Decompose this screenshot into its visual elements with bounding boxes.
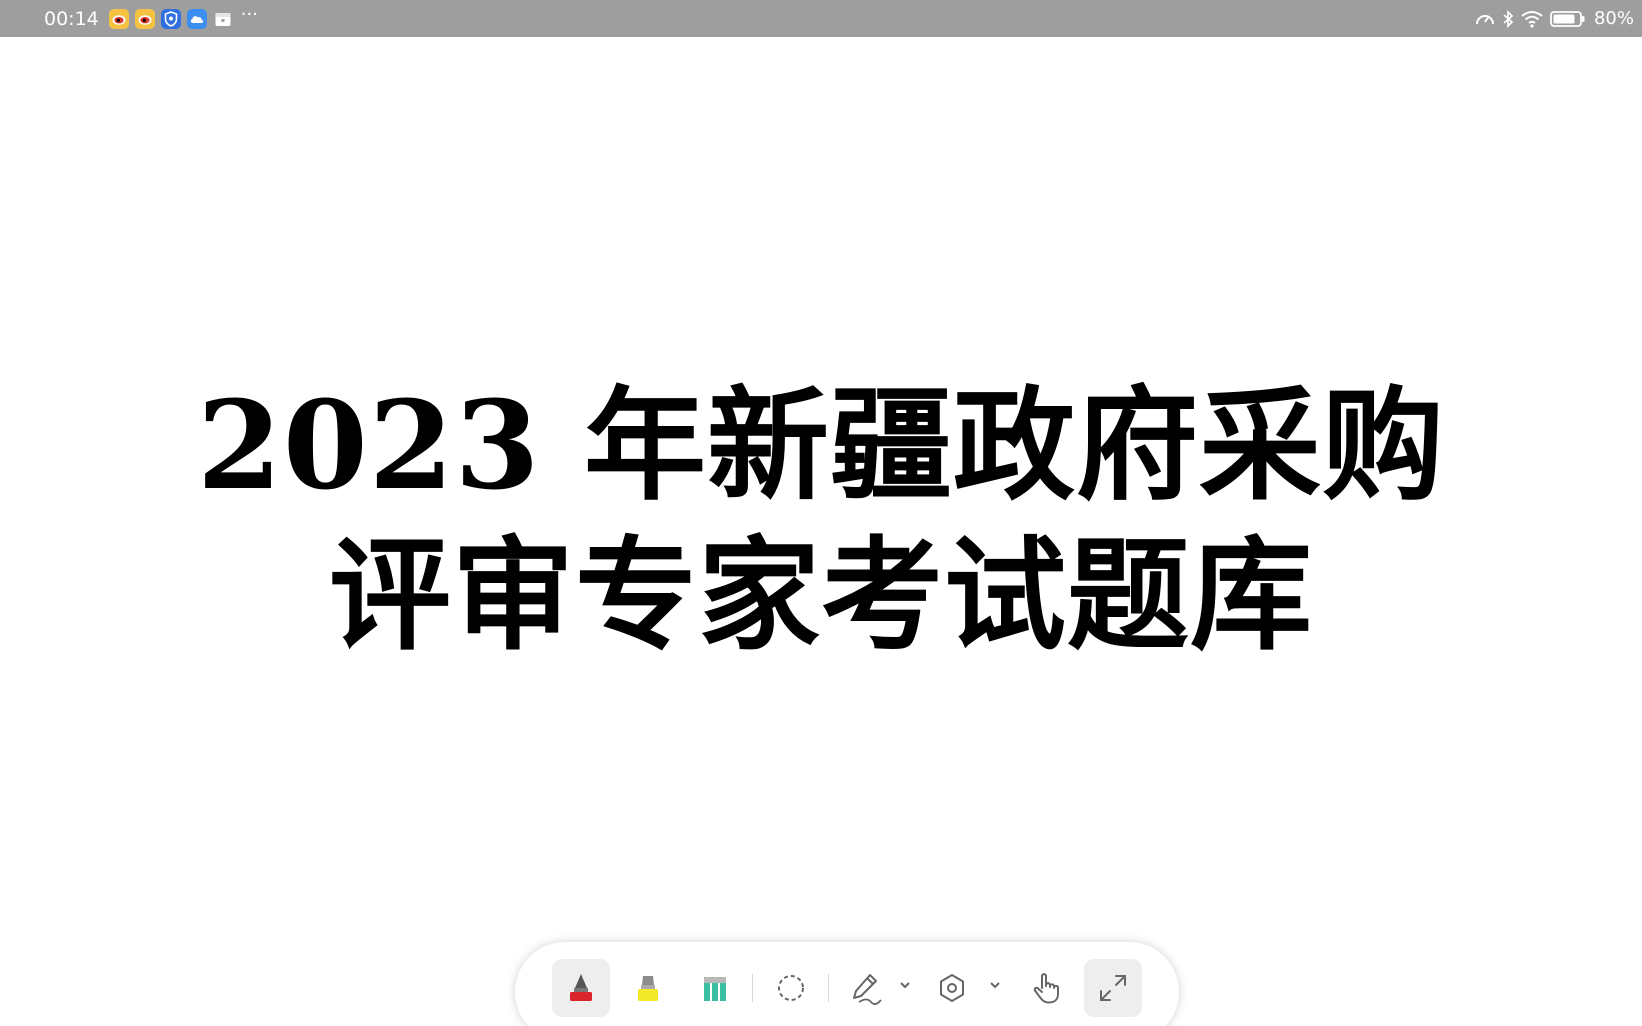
wifi-icon bbox=[1520, 8, 1544, 30]
toolbar-divider bbox=[752, 974, 753, 1002]
calendar-icon bbox=[213, 9, 233, 29]
shape-tool-button[interactable] bbox=[923, 959, 981, 1017]
status-left: 00:14 ··· bbox=[44, 0, 258, 37]
pen-tool-button[interactable] bbox=[552, 959, 610, 1017]
eraser-teal-icon bbox=[704, 977, 726, 1001]
screen: 00:14 ··· 80% 2023 年新疆政府采购 评审专家考试题库 bbox=[0, 0, 1642, 1026]
status-time: 00:14 bbox=[44, 7, 99, 30]
status-bar: 00:14 ··· 80% bbox=[0, 0, 1642, 37]
toolbar-divider bbox=[828, 974, 829, 1002]
fullscreen-tool-button[interactable] bbox=[1084, 959, 1142, 1017]
hexagon-icon bbox=[940, 974, 964, 1002]
shield-icon bbox=[160, 8, 181, 29]
document-title-line-2: 评审专家考试题库 bbox=[329, 523, 1313, 667]
weibo-icon bbox=[134, 8, 155, 29]
highlighter-tool-button[interactable] bbox=[619, 959, 677, 1017]
battery-icon bbox=[1550, 8, 1586, 30]
highlighter-yellow-icon bbox=[638, 976, 658, 1001]
handwriting-tool-button[interactable] bbox=[837, 959, 895, 1017]
annotation-toolbar bbox=[515, 942, 1179, 1026]
lasso-icon bbox=[778, 975, 804, 1001]
bluetooth-icon bbox=[1502, 8, 1514, 30]
marker-red-icon bbox=[570, 974, 592, 1001]
more-notifications-icon: ··· bbox=[240, 3, 258, 25]
hand-tool-button[interactable] bbox=[1017, 959, 1075, 1017]
weibo-icon bbox=[108, 8, 129, 29]
status-right: 80% bbox=[1474, 0, 1634, 37]
hand-pointer-icon bbox=[1033, 973, 1059, 1004]
chevron-down-icon[interactable] bbox=[899, 980, 911, 990]
pen-scribble-icon bbox=[853, 974, 882, 1005]
lasso-tool-button[interactable] bbox=[762, 959, 820, 1017]
expand-icon bbox=[1100, 975, 1126, 1001]
document-title: 2023 年新疆政府采购 评审专家考试题库 bbox=[0, 370, 1642, 670]
eraser-tool-button[interactable] bbox=[686, 959, 744, 1017]
data-speed-icon bbox=[1474, 8, 1496, 30]
document-title-line-1: 2023 年新疆政府采购 bbox=[196, 373, 1446, 517]
battery-percent: 80% bbox=[1593, 8, 1634, 29]
cloud-icon bbox=[186, 8, 207, 29]
chevron-down-icon[interactable] bbox=[989, 980, 1001, 990]
